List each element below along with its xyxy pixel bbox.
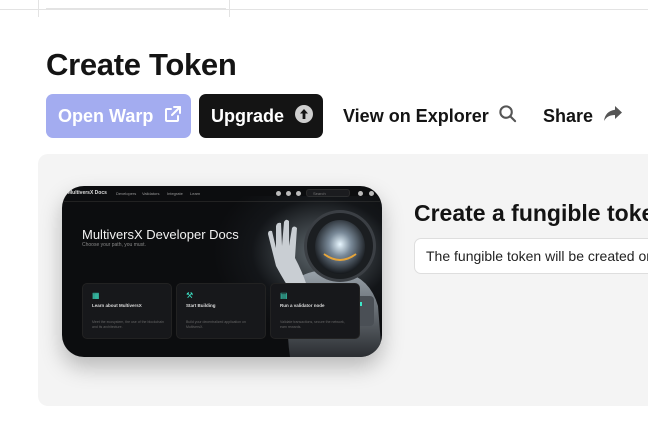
preview-card: ▦ Learn about MultiversX Meet the ecosys… (82, 283, 172, 339)
server-icon: ▤ (280, 291, 288, 300)
toolbar-separator (229, 0, 230, 17)
share-button[interactable]: Share (543, 94, 623, 138)
hammer-icon: ⚒ (186, 291, 194, 300)
toolbar-field[interactable] (46, 0, 226, 9)
upgrade-button[interactable]: Upgrade (199, 94, 323, 138)
preview-card-title: Learn about MultiversX (92, 303, 142, 308)
grid-icon: ▦ (92, 291, 100, 300)
toolbar-separator (38, 0, 39, 17)
preview-subheading: Choose your path, you must. (82, 242, 146, 248)
preview-heading: MultiversX Developer Docs (82, 227, 239, 242)
upgrade-label: Upgrade (211, 105, 285, 126)
open-warp-button[interactable]: Open Warp (46, 94, 191, 138)
preview-card: ⚒ Start Building Build your decentralize… (176, 283, 266, 339)
section-description: The fungible token will be created on th… (414, 238, 648, 274)
share-arrow-icon (603, 105, 623, 128)
search-icon (498, 104, 517, 128)
preview-card-title: Start Building (186, 303, 216, 308)
section-heading: Create a fungible token (414, 200, 648, 226)
toolbar-divider (0, 9, 648, 10)
page-title: Create Token (46, 47, 237, 82)
preview-card-text: Build your decentralized application on … (186, 320, 246, 329)
arrow-up-circle-icon (294, 104, 314, 129)
preview-card-title: Run a validator node (280, 303, 325, 308)
top-toolbar (0, 0, 648, 17)
preview-card-text: Meet the ecosystem, the use of the block… (92, 320, 164, 329)
preview-card: ▤ Run a validator node Validate transact… (270, 283, 360, 339)
preview-image: MultiversX Docs Developers Validators In… (62, 186, 382, 357)
share-label: Share (543, 105, 594, 126)
open-warp-label: Open Warp (58, 105, 154, 126)
external-link-icon (163, 104, 183, 129)
preview-card-text: Validate transactions, secure the networ… (280, 320, 345, 329)
view-on-explorer-button[interactable]: View on Explorer (343, 94, 518, 138)
view-on-explorer-label: View on Explorer (343, 105, 489, 126)
